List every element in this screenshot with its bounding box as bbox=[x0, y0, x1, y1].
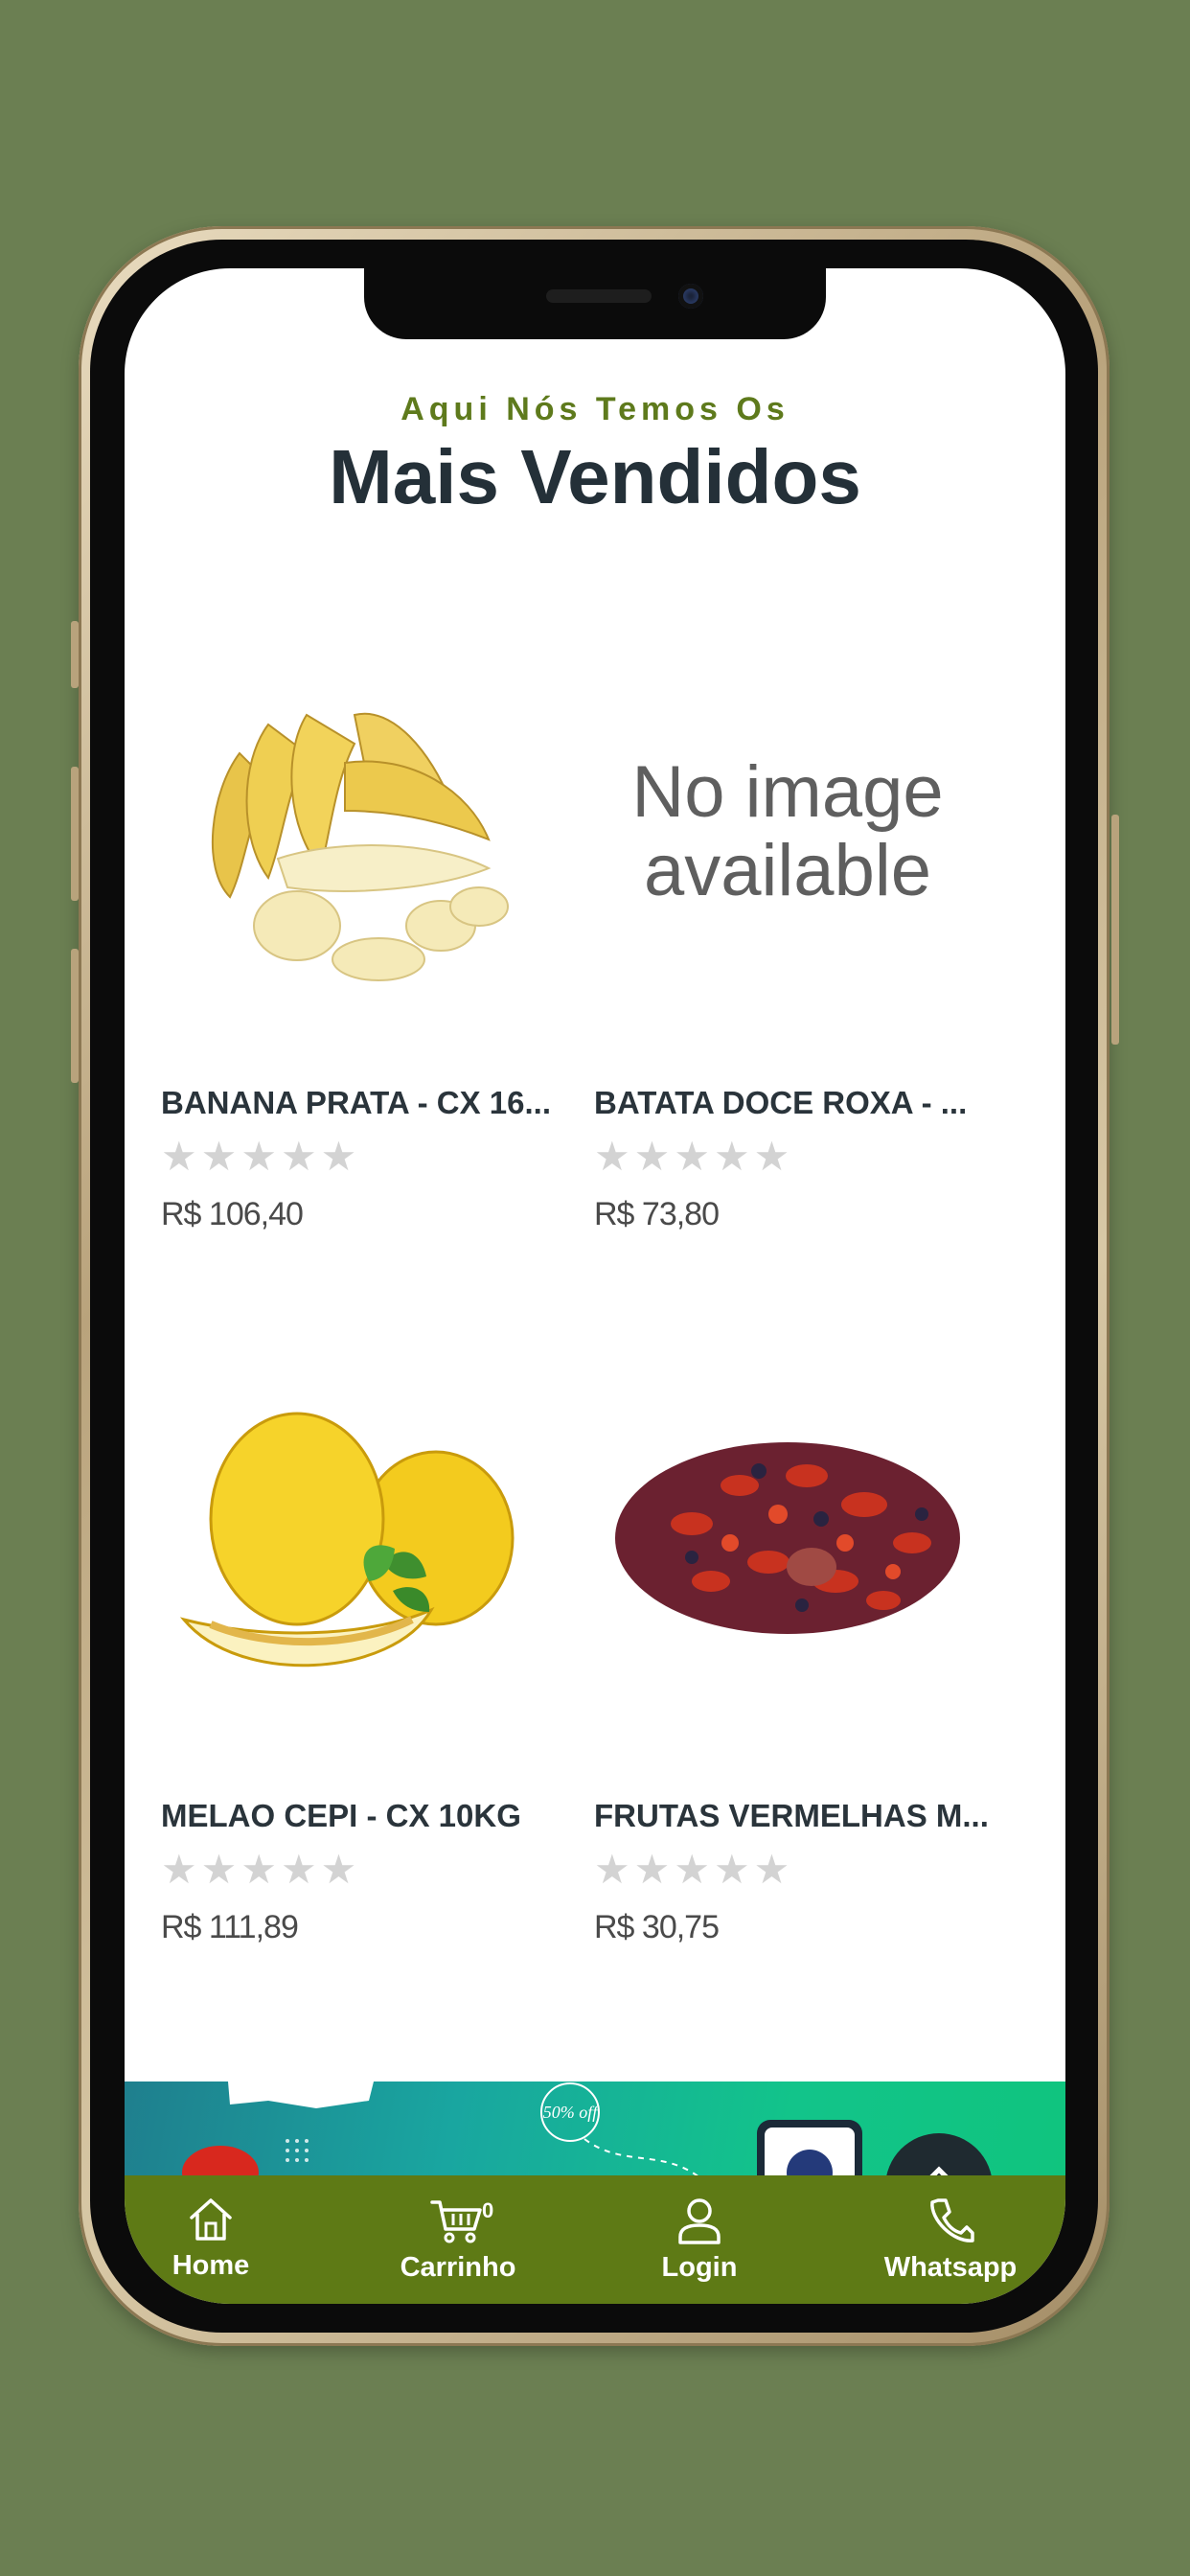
section-title: Mais Vendidos bbox=[329, 434, 861, 519]
tab-whatsapp[interactable]: Whatsapp bbox=[845, 2175, 1056, 2304]
phone-screen: Aqui Nós Temos Os Mais Vendidos BANANA P… bbox=[125, 268, 1065, 2304]
star-icon: ★ bbox=[674, 1134, 710, 1179]
phone-icon bbox=[930, 2198, 974, 2242]
no-image-text-line2: available bbox=[644, 830, 931, 911]
tab-whatsapp-label: Whatsapp bbox=[883, 2252, 1018, 2283]
star-icon: ★ bbox=[753, 1134, 790, 1179]
star-icon: ★ bbox=[753, 1847, 790, 1892]
tab-home-label: Home bbox=[172, 2250, 250, 2281]
tab-login-label: Login bbox=[661, 2252, 738, 2283]
phone-volume-down-button bbox=[71, 949, 79, 1083]
rating-stars: ★ ★ ★ ★ ★ bbox=[161, 1137, 356, 1177]
product-name[interactable]: BATATA DOCE ROXA - ... bbox=[594, 1085, 1016, 1121]
star-icon: ★ bbox=[161, 1847, 197, 1892]
rating-stars: ★ ★ ★ ★ ★ bbox=[594, 1850, 790, 1890]
product-card-melao[interactable]: MELAO CEPI - CX 10KG ★ ★ ★ ★ ★ R$ 111,89 bbox=[125, 1361, 546, 1984]
star-icon: ★ bbox=[713, 1847, 750, 1892]
speaker-grille bbox=[546, 289, 652, 303]
star-icon: ★ bbox=[320, 1847, 357, 1892]
product-price: R$ 106,40 bbox=[161, 1196, 304, 1232]
star-icon: ★ bbox=[161, 1134, 197, 1179]
product-price: R$ 73,80 bbox=[594, 1196, 720, 1232]
phone-side-button bbox=[71, 621, 79, 688]
phone-volume-up-button bbox=[71, 767, 79, 901]
star-icon: ★ bbox=[200, 1847, 238, 1892]
star-icon: ★ bbox=[594, 1134, 630, 1179]
product-name[interactable]: MELAO CEPI - CX 10KG bbox=[161, 1798, 583, 1834]
red-fruits-image[interactable] bbox=[577, 1361, 998, 1744]
product-card-batata-doce[interactable]: No image available BATATA DOCE ROXA - ..… bbox=[577, 648, 998, 1271]
star-icon: ★ bbox=[240, 1134, 277, 1179]
no-image-text-line1: No image bbox=[631, 751, 944, 833]
product-card-frutas-vermelhas[interactable]: FRUTAS VERMELHAS M... ★ ★ ★ ★ ★ R$ 30,75 bbox=[577, 1361, 998, 1984]
tab-cart-label: Carrinho bbox=[400, 2252, 516, 2283]
melon-image[interactable] bbox=[125, 1361, 546, 1744]
banana-image[interactable] bbox=[125, 648, 546, 1031]
product-price: R$ 30,75 bbox=[594, 1909, 720, 1945]
rating-stars: ★ ★ ★ ★ ★ bbox=[594, 1137, 790, 1177]
tab-cart[interactable]: 0 Carrinho bbox=[353, 2175, 563, 2304]
tab-home[interactable]: Home bbox=[125, 2175, 316, 2304]
no-image-placeholder[interactable]: No image available bbox=[577, 648, 998, 1031]
user-icon bbox=[678, 2198, 721, 2244]
star-icon: ★ bbox=[320, 1134, 357, 1179]
star-icon: ★ bbox=[594, 1847, 630, 1892]
home-icon bbox=[190, 2198, 232, 2241]
section-subtitle: Aqui Nós Temos Os bbox=[400, 391, 790, 427]
phone-notch bbox=[364, 268, 826, 339]
star-icon: ★ bbox=[713, 1134, 750, 1179]
front-camera bbox=[678, 284, 703, 309]
star-icon: ★ bbox=[240, 1847, 277, 1892]
promo-badge-text: 50% off bbox=[543, 2103, 600, 2122]
tab-login[interactable]: Login bbox=[594, 2175, 805, 2304]
star-icon: ★ bbox=[280, 1847, 317, 1892]
star-icon: ★ bbox=[633, 1847, 671, 1892]
product-card-banana[interactable]: BANANA PRATA - CX 16... ★ ★ ★ ★ ★ R$ 106… bbox=[125, 648, 551, 1271]
product-name[interactable]: FRUTAS VERMELHAS M... bbox=[594, 1798, 1016, 1834]
phone-power-button bbox=[1111, 815, 1119, 1045]
rating-stars: ★ ★ ★ ★ ★ bbox=[161, 1850, 356, 1890]
star-icon: ★ bbox=[674, 1847, 710, 1892]
cart-count-badge: 0 bbox=[482, 2198, 494, 2222]
product-name[interactable]: BANANA PRATA - CX 16... bbox=[161, 1085, 583, 1121]
cart-icon bbox=[430, 2200, 482, 2243]
star-icon: ★ bbox=[200, 1134, 238, 1179]
star-icon: ★ bbox=[633, 1134, 671, 1179]
bottom-tab-bar: Home 0 Carrinho Login Whatsapp bbox=[125, 2175, 1065, 2304]
star-icon: ★ bbox=[280, 1134, 317, 1179]
product-price: R$ 111,89 bbox=[161, 1909, 299, 1945]
